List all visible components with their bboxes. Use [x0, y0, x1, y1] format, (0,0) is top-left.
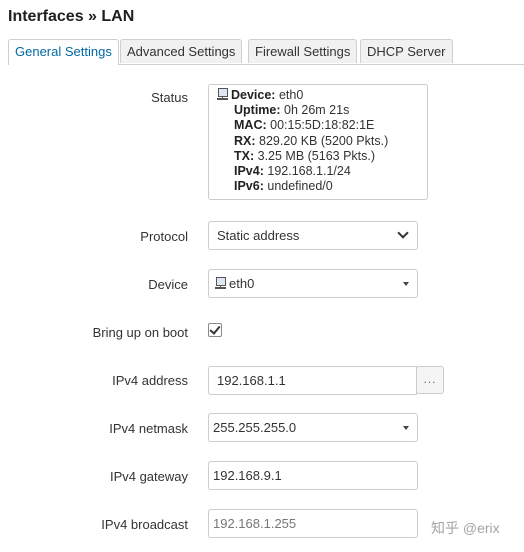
bring-up-on-boot-checkbox[interactable]	[208, 323, 222, 337]
status-value: eth0	[275, 88, 304, 102]
status-value: undefined/0	[263, 179, 333, 194]
device-select[interactable]: eth0	[208, 269, 418, 298]
status-key: IPv4:	[234, 164, 264, 179]
ipv4-address-value: 192.168.1.1	[217, 373, 286, 388]
network-computer-icon	[215, 277, 226, 290]
status-value: 3.25 MB (5163 Pkts.)	[254, 148, 376, 163]
tab-dhcp-server[interactable]: DHCP Server	[360, 39, 453, 63]
status-key: MAC:	[234, 118, 267, 133]
network-computer-icon	[217, 88, 228, 101]
ipv4-netmask-value: 255.255.255.0	[213, 420, 297, 435]
ipv4-broadcast-value: 192.168.1.255	[213, 516, 297, 531]
protocol-select[interactable]: Static address	[208, 221, 418, 250]
ipv4-gateway-label: IPv4 gateway	[109, 469, 188, 484]
ipv4-broadcast-label: IPv4 broadcast	[101, 517, 188, 532]
device-label: Device	[148, 277, 188, 292]
status-value: 829.20 KB (5200 Pkts.)	[255, 133, 389, 148]
ipv4-netmask-label: IPv4 netmask	[109, 421, 188, 436]
status-key: RX:	[234, 133, 256, 148]
status-row-ipv4: IPv4: 192.168.1.1/24	[217, 164, 421, 179]
status-row-device: Device: eth0	[217, 88, 421, 103]
status-value: 0h 26m 21s	[280, 103, 350, 118]
status-row-tx: TX: 3.25 MB (5163 Pkts.)	[217, 149, 421, 164]
caret-down-icon	[403, 426, 409, 430]
ipv4-broadcast-input[interactable]: 192.168.1.255	[208, 509, 418, 538]
page-title: Interfaces » LAN	[8, 8, 135, 25]
ipv4-address-label: IPv4 address	[112, 373, 188, 388]
protocol-value: Static address	[217, 228, 300, 243]
caret-down-icon	[403, 282, 409, 286]
ipv4-gateway-value: 192.168.9.1	[213, 468, 282, 483]
status-row-mac: MAC: 00:15:5D:18:82:1E	[217, 118, 421, 133]
ipv4-address-more-button[interactable]: ...	[416, 366, 444, 394]
status-row-ipv6: IPv6: undefined/0	[217, 179, 421, 194]
status-row-rx: RX: 829.20 KB (5200 Pkts.)	[217, 134, 421, 149]
ipv4-address-input[interactable]: 192.168.1.1	[208, 366, 417, 395]
bring-up-on-boot-label: Bring up on boot	[92, 325, 188, 340]
status-key: TX:	[234, 148, 255, 163]
status-key: Device:	[231, 88, 276, 102]
tab-advanced-settings[interactable]: Advanced Settings	[120, 39, 243, 63]
status-panel: Device: eth0 Uptime: 0h 26m 21s MAC: 00:…	[208, 84, 428, 200]
status-value: 192.168.1.1/24	[263, 164, 351, 179]
protocol-label: Protocol	[140, 229, 188, 244]
status-row-uptime: Uptime: 0h 26m 21s	[217, 103, 421, 118]
status-value: 00:15:5D:18:82:1E	[266, 118, 375, 133]
ipv4-gateway-input[interactable]: 192.168.9.1	[208, 461, 418, 490]
device-value: eth0	[229, 276, 255, 291]
status-key: IPv6:	[234, 179, 264, 194]
ipv4-netmask-select[interactable]: 255.255.255.0	[208, 413, 418, 442]
tab-general-settings[interactable]: General Settings	[8, 39, 119, 65]
status-label: Status	[151, 90, 188, 105]
status-key: Uptime:	[234, 103, 281, 118]
watermark: 知乎 @erix	[431, 520, 500, 536]
chevron-down-icon	[397, 227, 409, 239]
tab-firewall-settings[interactable]: Firewall Settings	[248, 39, 358, 63]
tab-bar: General Settings Advanced Settings Firew…	[8, 39, 524, 65]
